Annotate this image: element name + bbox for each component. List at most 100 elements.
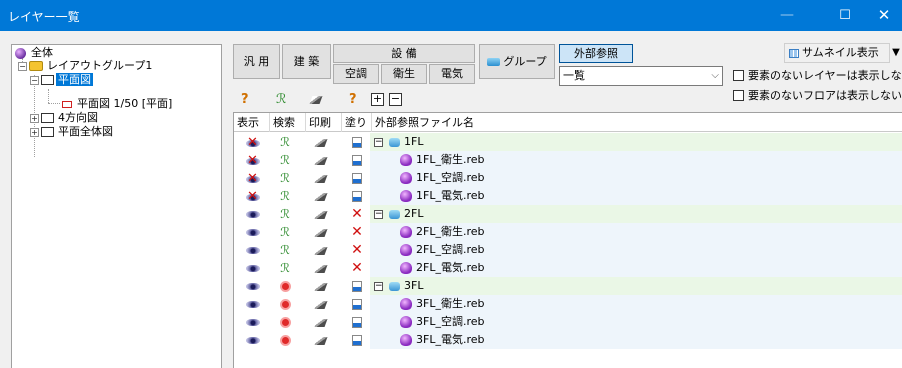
thumbnail-dropdown-arrow[interactable]: ▼ — [890, 43, 902, 63]
architecture-button[interactable]: 建 築 — [282, 44, 331, 79]
expand-all-button[interactable]: + — [371, 93, 384, 106]
collapse-toggle[interactable]: − — [374, 209, 383, 219]
fill-toggle[interactable] — [343, 295, 371, 313]
group-button[interactable]: グループ — [479, 44, 555, 79]
search-toggle[interactable]: ℛ — [271, 187, 299, 205]
table-row[interactable]: ℛ 1FL_電気.reb — [234, 187, 902, 206]
fill-help-icon[interactable]: ? — [349, 92, 357, 108]
display-toggle[interactable] — [239, 151, 267, 170]
tree-node-root[interactable]: 全体 — [15, 46, 55, 60]
search-toggle[interactable] — [271, 277, 299, 295]
thumbnail-view-button[interactable]: サムネイル表示 — [784, 43, 890, 63]
column-print[interactable]: 印刷 — [306, 113, 342, 132]
minimize-button[interactable]: — — [764, 0, 810, 31]
search-toggle[interactable] — [271, 313, 299, 331]
hide-empty-floors-checkbox[interactable]: 要素のないフロアは表示しない — [733, 89, 902, 102]
collapse-toggle[interactable]: − — [374, 137, 383, 147]
print-toggle[interactable] — [307, 205, 335, 223]
table-row[interactable]: ℛ 1FL_衛生.reb — [234, 151, 902, 170]
print-toggle[interactable] — [307, 331, 335, 349]
fill-toggle[interactable] — [343, 169, 371, 187]
column-display[interactable]: 表示 — [234, 113, 270, 132]
sanitary-button[interactable]: 衛生 — [381, 64, 427, 84]
table-row[interactable]: 3FL_衛生.reb — [234, 295, 902, 313]
fill-toggle[interactable]: ✕ — [343, 205, 371, 223]
equipment-button[interactable]: 設 備 — [333, 44, 475, 63]
print-toggle[interactable] — [307, 151, 335, 169]
print-toggle[interactable] — [307, 313, 335, 331]
table-row[interactable]: ℛ ✕ 2FL_衛生.reb — [234, 223, 902, 241]
column-fill[interactable]: 塗り — [342, 113, 372, 132]
display-toggle[interactable] — [239, 187, 267, 206]
fill-toggle[interactable] — [343, 133, 371, 151]
print-toggle[interactable] — [307, 259, 335, 277]
tree-node-plan-sheet[interactable]: 平面図 1/50 [平面] — [62, 97, 174, 111]
display-toggle[interactable] — [239, 259, 267, 277]
general-button[interactable]: 汎 用 — [233, 44, 280, 79]
table-row[interactable]: ℛ ✕ 2FL_空調.reb — [234, 241, 902, 259]
table-row[interactable]: ℛ ✕ − 2FL — [234, 205, 902, 223]
collapse-toggle[interactable]: − — [18, 62, 27, 71]
fill-toggle[interactable] — [343, 277, 371, 295]
tree-node-layout-group[interactable]: レイアウトグループ1 — [29, 59, 154, 73]
print-toggle[interactable] — [307, 169, 335, 187]
tree-node-four-direction[interactable]: 4方向図 — [41, 111, 100, 125]
external-ref-tab[interactable]: 外部参照 — [559, 44, 633, 63]
search-toggle[interactable]: ℛ — [271, 169, 299, 187]
electric-button[interactable]: 電気 — [429, 64, 475, 84]
collapse-toggle[interactable]: − — [30, 76, 39, 85]
display-toggle[interactable] — [239, 205, 267, 223]
fill-toggle[interactable] — [343, 151, 371, 169]
tree-node-overall-plan[interactable]: 平面全体図 — [41, 125, 115, 139]
display-toggle[interactable] — [239, 169, 267, 188]
display-toggle[interactable] — [239, 331, 267, 349]
search-toggle[interactable] — [271, 331, 299, 349]
display-toggle[interactable] — [239, 277, 267, 295]
fill-toggle[interactable] — [343, 187, 371, 205]
hvac-button[interactable]: 空調 — [333, 64, 379, 84]
display-help-icon[interactable]: ? — [241, 92, 249, 108]
column-search[interactable]: 検索 — [270, 113, 306, 132]
close-button[interactable]: ✕ — [866, 0, 902, 31]
table-row[interactable]: ℛ − 1FL — [234, 133, 902, 152]
print-toggle[interactable] — [307, 295, 335, 313]
fill-toggle[interactable]: ✕ — [343, 259, 371, 277]
print-toggle[interactable] — [307, 187, 335, 205]
search-toggle[interactable]: ℛ — [271, 259, 299, 277]
expand-toggle[interactable]: + — [30, 114, 39, 123]
display-toggle[interactable] — [239, 133, 267, 152]
collapse-toggle[interactable]: − — [374, 281, 383, 291]
display-toggle[interactable] — [239, 223, 267, 241]
table-row[interactable]: ℛ ✕ 2FL_電気.reb — [234, 259, 902, 277]
maximize-button[interactable]: ☐ — [822, 0, 868, 31]
print-toggle[interactable] — [307, 223, 335, 241]
search-toggle-icon[interactable]: ℛ — [276, 92, 286, 108]
print-toggle[interactable] — [307, 277, 335, 295]
search-toggle[interactable]: ℛ — [271, 241, 299, 259]
display-toggle[interactable] — [239, 241, 267, 259]
column-file-name[interactable]: 外部参照ファイル名 — [372, 113, 902, 132]
hide-empty-layers-checkbox[interactable]: 要素のないレイヤーは表示しない — [733, 69, 902, 82]
display-toggle[interactable] — [239, 313, 267, 331]
table-row[interactable]: ℛ 1FL_空調.reb — [234, 169, 902, 188]
print-toggle[interactable] — [307, 241, 335, 259]
collapse-all-button[interactable]: − — [389, 93, 402, 106]
layout-tree[interactable]: 全体 − レイアウトグループ1 − 平面図 平面図 1/50 [平面] + 4方… — [11, 44, 222, 368]
expand-toggle[interactable]: + — [30, 128, 39, 137]
table-row[interactable]: − 3FL — [234, 277, 902, 295]
display-toggle[interactable] — [239, 295, 267, 313]
external-ref-grid[interactable]: 表示 検索 印刷 塗り 外部参照ファイル名 ℛ − 1FL ℛ 1FL_衛生.reb ℛ 1… — [233, 112, 902, 368]
search-toggle[interactable] — [271, 295, 299, 313]
search-toggle[interactable]: ℛ — [271, 133, 299, 151]
print-toggle-icon[interactable] — [309, 92, 323, 108]
search-toggle[interactable]: ℛ — [271, 223, 299, 241]
view-select[interactable]: 一覧 ⌵ — [559, 66, 723, 86]
fill-toggle[interactable]: ✕ — [343, 241, 371, 259]
table-row[interactable]: 3FL_空調.reb — [234, 313, 902, 331]
table-row[interactable]: 3FL_電気.reb — [234, 331, 902, 349]
fill-toggle[interactable] — [343, 331, 371, 349]
search-toggle[interactable]: ℛ — [271, 205, 299, 223]
fill-toggle[interactable] — [343, 313, 371, 331]
fill-toggle[interactable]: ✕ — [343, 223, 371, 241]
print-toggle[interactable] — [307, 133, 335, 151]
